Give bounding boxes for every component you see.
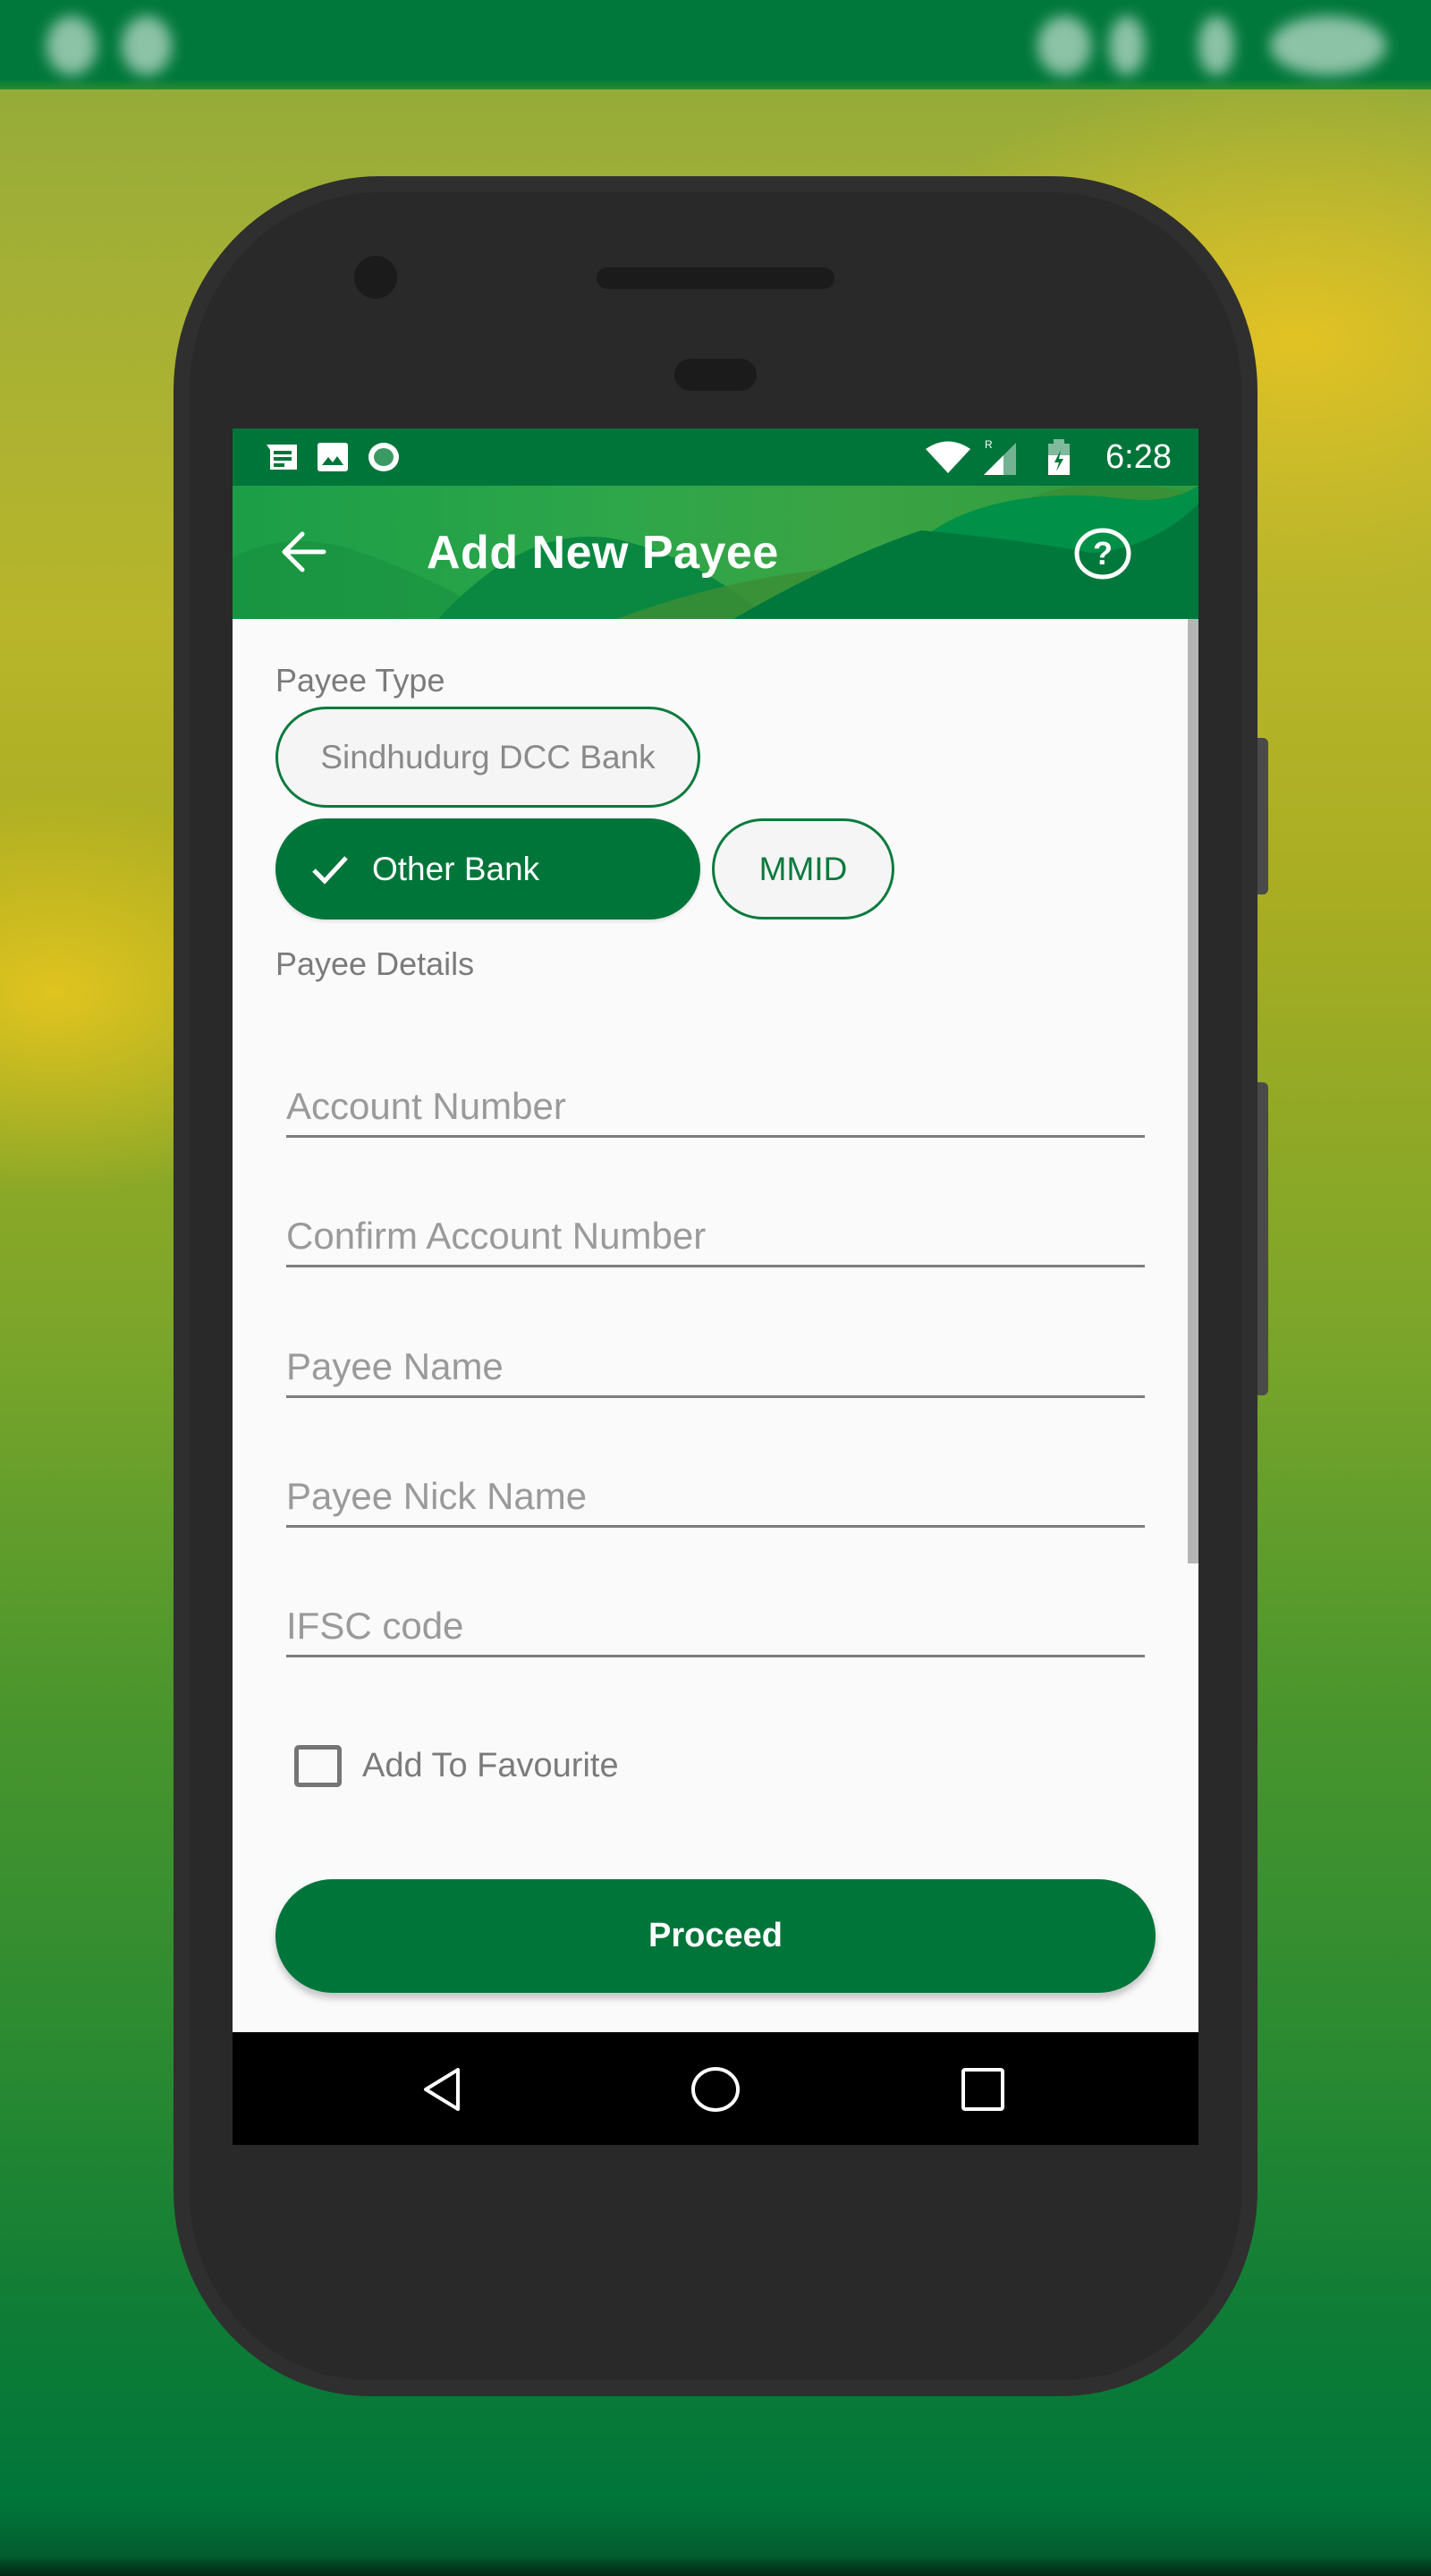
payee-nick-name-input[interactable]: [286, 1475, 1145, 1518]
svg-text:?: ?: [1093, 535, 1113, 572]
proceed-button[interactable]: Proceed: [275, 1879, 1156, 1993]
signal-roaming-icon: R: [982, 437, 1021, 481]
message-icon: [265, 443, 299, 476]
phone-side-button-power: [1257, 738, 1268, 894]
ifsc-code-field[interactable]: [286, 1577, 1145, 1657]
home-circle-icon: [691, 2067, 740, 2112]
ifsc-code-input[interactable]: [286, 1605, 1145, 1648]
bottom-shade: [0, 2556, 1431, 2576]
arrow-left-icon: [282, 531, 326, 572]
phone-camera: [354, 256, 397, 299]
blurred-notification-icon: [47, 16, 97, 75]
status-time: 6:28: [1105, 438, 1172, 476]
add-to-favourite-label: Add To Favourite: [362, 1746, 619, 1784]
blurred-notification-icon: [122, 16, 172, 75]
account-number-field[interactable]: [286, 1057, 1145, 1138]
payee-name-field[interactable]: [286, 1318, 1145, 1398]
battery-charging-icon: [1046, 439, 1071, 479]
nav-home-button[interactable]: [690, 2066, 741, 2117]
blurred-time: [1270, 16, 1386, 75]
record-icon: [367, 441, 401, 478]
back-triangle-icon: [424, 2068, 460, 2111]
add-to-favourite-checkbox[interactable]: [294, 1744, 342, 1787]
chip-sindhudurg-dcc-bank[interactable]: Sindhudurg DCC Bank: [275, 707, 700, 808]
payee-nick-name-field[interactable]: [286, 1447, 1145, 1528]
wifi-icon: [926, 441, 970, 479]
recents-square-icon: [961, 2068, 1004, 2111]
nav-recents-button[interactable]: [960, 2066, 1006, 2117]
blurred-battery-icon: [1198, 16, 1234, 75]
blurred-signal-icon: [1109, 16, 1145, 75]
help-button[interactable]: ?: [1073, 527, 1132, 580]
phone-side-button-volume: [1257, 1082, 1268, 1395]
app-screen: R 6:28 Add New Payee ? Payee Type Sindhu…: [233, 428, 1198, 2145]
scrollbar[interactable]: [1188, 619, 1198, 1563]
page-title: Add New Payee: [427, 527, 779, 579]
help-circle-icon: ?: [1074, 528, 1131, 580]
status-bar: R 6:28: [233, 428, 1198, 486]
payee-name-input[interactable]: [286, 1345, 1145, 1388]
chip-other-bank[interactable]: Other Bank: [275, 818, 700, 919]
chip-label: Sindhudurg DCC Bank: [320, 738, 656, 775]
payee-type-label: Payee Type: [275, 662, 445, 699]
add-to-favourite-row[interactable]: Add To Favourite: [294, 1743, 619, 1788]
chip-label: MMID: [758, 850, 848, 887]
chip-mmid[interactable]: MMID: [712, 818, 894, 919]
app-bar: Add New Payee ?: [233, 486, 1198, 619]
system-nav-bar: [233, 2032, 1198, 2145]
device-status-bar-blurred: [0, 0, 1431, 89]
phone-sensor: [674, 359, 757, 391]
roaming-label: R: [985, 438, 993, 451]
back-button[interactable]: [279, 527, 333, 577]
image-icon: [318, 443, 348, 476]
phone-speaker: [597, 267, 834, 289]
payee-details-label: Payee Details: [275, 945, 475, 982]
chip-label: Other Bank: [372, 850, 540, 887]
account-number-input[interactable]: [286, 1085, 1145, 1128]
blurred-wifi-icon: [1037, 16, 1091, 75]
confirm-account-number-input[interactable]: [286, 1215, 1145, 1258]
confirm-account-number-field[interactable]: [286, 1187, 1145, 1267]
check-icon: [312, 855, 348, 885]
nav-back-button[interactable]: [420, 2066, 463, 2117]
